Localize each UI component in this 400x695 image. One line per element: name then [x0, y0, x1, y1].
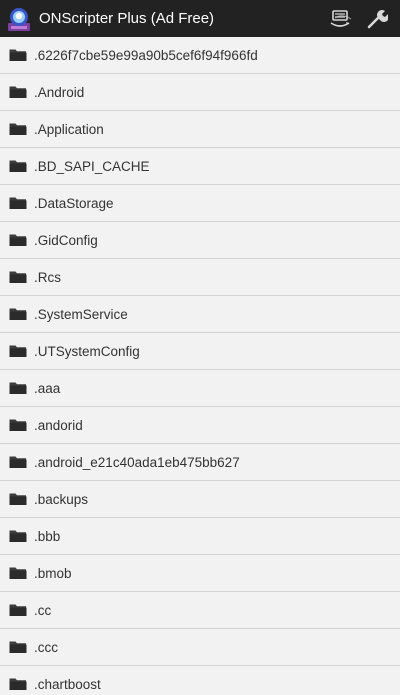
folder-icon — [9, 677, 27, 691]
list-item[interactable]: .GidConfig — [0, 222, 400, 259]
list-item[interactable]: .andorid — [0, 407, 400, 444]
folder-name: .chartboost — [34, 676, 101, 692]
folder-icon — [9, 455, 27, 469]
folder-icon — [9, 418, 27, 432]
list-item[interactable]: .bmob — [0, 555, 400, 592]
list-item[interactable]: .ccc — [0, 629, 400, 666]
folder-name: .bbb — [34, 528, 61, 544]
list-item[interactable]: .Rcs — [0, 259, 400, 296]
storage-switch-icon[interactable] — [326, 4, 356, 34]
folder-icon — [9, 492, 27, 506]
action-bar: ONScripter Plus (Ad Free) — [0, 0, 400, 37]
list-item[interactable]: .BD_SAPI_CACHE — [0, 148, 400, 185]
folder-name: .cc — [34, 602, 52, 618]
list-item[interactable]: .Android — [0, 74, 400, 111]
folder-icon — [9, 566, 27, 580]
folder-icon — [9, 344, 27, 358]
folder-name: .Rcs — [34, 269, 61, 285]
folder-icon — [9, 233, 27, 247]
folder-name: .DataStorage — [34, 195, 114, 211]
folder-name: .android_e21c40ada1eb475bb627 — [34, 454, 240, 470]
folder-icon — [9, 48, 27, 62]
folder-name: .ccc — [34, 639, 59, 655]
folder-icon — [9, 603, 27, 617]
folder-name: .Application — [34, 121, 104, 137]
folder-icon — [9, 159, 27, 173]
folder-name: .UTSystemConfig — [34, 343, 140, 359]
folder-icon — [9, 307, 27, 321]
onscripter-app-icon[interactable] — [6, 6, 32, 32]
list-item[interactable]: .aaa — [0, 370, 400, 407]
folder-icon — [9, 196, 27, 210]
folder-name: .backups — [34, 491, 89, 507]
folder-icon — [9, 381, 27, 395]
folder-icon — [9, 529, 27, 543]
folder-name: .GidConfig — [34, 232, 98, 248]
folder-name: .6226f7cbe59e99a90b5cef6f94f966fd — [34, 47, 258, 63]
folder-icon — [9, 640, 27, 654]
list-item[interactable]: .DataStorage — [0, 185, 400, 222]
folder-icon — [9, 85, 27, 99]
list-item[interactable]: .6226f7cbe59e99a90b5cef6f94f966fd — [0, 37, 400, 74]
folder-name: .aaa — [34, 380, 61, 396]
folder-icon — [9, 270, 27, 284]
list-item[interactable]: .SystemService — [0, 296, 400, 333]
folder-name: .bmob — [34, 565, 72, 581]
list-item[interactable]: .backups — [0, 481, 400, 518]
list-item[interactable]: .UTSystemConfig — [0, 333, 400, 370]
folder-name: .Android — [34, 84, 85, 100]
folder-name: .SystemService — [34, 306, 128, 322]
settings-wrench-icon[interactable] — [362, 4, 392, 34]
action-icons — [320, 0, 392, 37]
app-title: ONScripter Plus (Ad Free) — [39, 10, 215, 27]
list-item[interactable]: .android_e21c40ada1eb475bb627 — [0, 444, 400, 481]
app-window: ONScripter Plus (Ad Free) .6226f7cbe59e9… — [0, 0, 400, 695]
list-item[interactable]: .bbb — [0, 518, 400, 555]
list-item[interactable]: .cc — [0, 592, 400, 629]
folder-name: .andorid — [34, 417, 83, 433]
list-item[interactable]: .chartboost — [0, 666, 400, 695]
file-list: .6226f7cbe59e99a90b5cef6f94f966fd .Androi… — [0, 37, 400, 695]
list-item[interactable]: .Application — [0, 111, 400, 148]
folder-name: .BD_SAPI_CACHE — [34, 158, 150, 174]
folder-icon — [9, 122, 27, 136]
